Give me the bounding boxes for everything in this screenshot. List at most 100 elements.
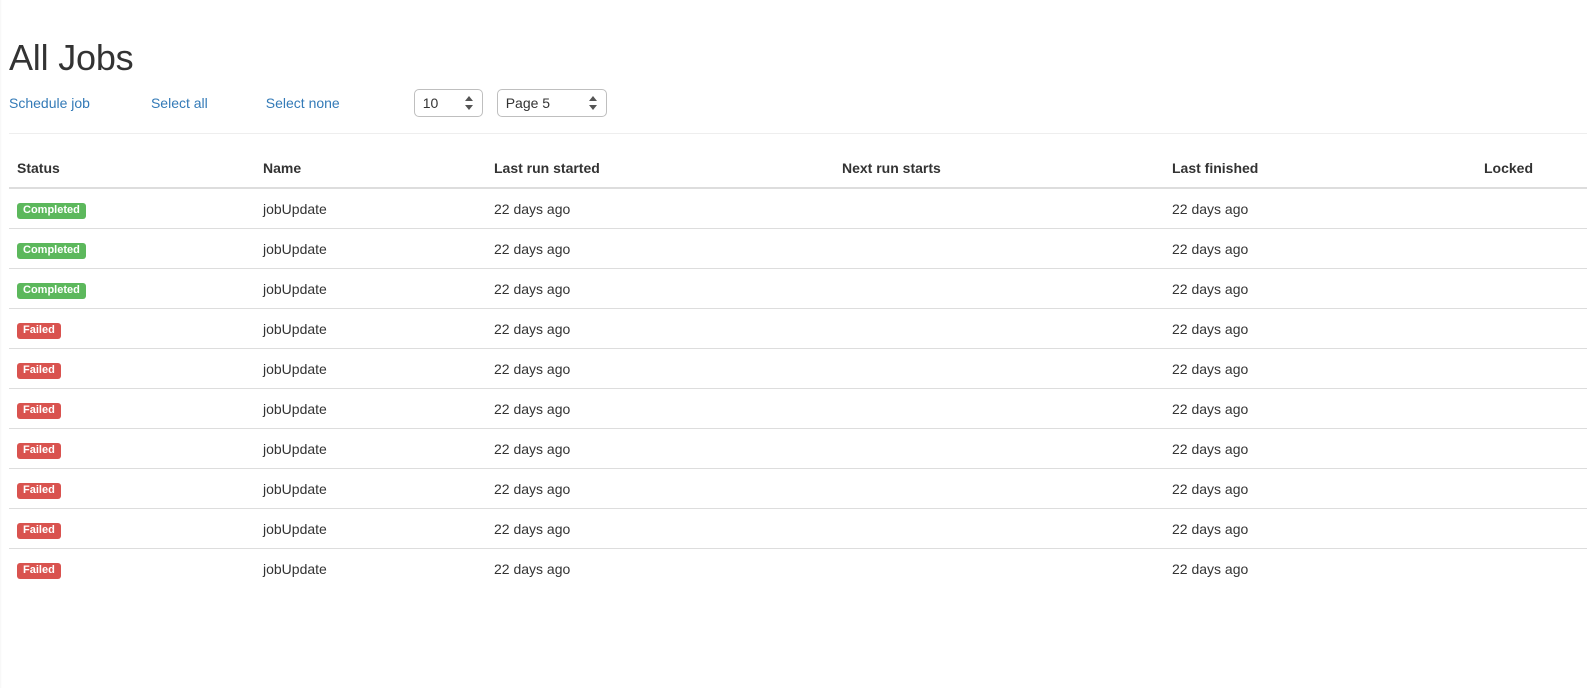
cell-locked <box>1476 548 1587 588</box>
cell-last-run-started: 22 days ago <box>486 428 834 469</box>
status-badge: Failed <box>17 483 61 499</box>
cell-last-finished: 22 days ago <box>1164 228 1476 269</box>
cell-last-finished: 22 days ago <box>1164 468 1476 509</box>
cell-next-run-starts <box>834 508 1164 549</box>
page-number-select-wrap: Page 1Page 2Page 3Page 4Page 5 <box>496 89 607 117</box>
cell-next-run-starts <box>834 388 1164 429</box>
all-jobs-page: All Jobs Schedule job Select all Select … <box>0 0 1587 688</box>
cell-next-run-starts <box>834 188 1164 229</box>
cell-last-finished: 22 days ago <box>1164 348 1476 389</box>
cell-locked <box>1476 228 1587 269</box>
cell-name: jobUpdate <box>255 268 486 309</box>
cell-next-run-starts <box>834 348 1164 389</box>
table-row[interactable]: Failed jobUpdate 22 days ago 22 days ago <box>9 548 1587 588</box>
jobs-table: Status Name Last run started Next run st… <box>9 150 1587 588</box>
status-badge: Failed <box>17 403 61 419</box>
status-badge: Failed <box>17 443 61 459</box>
cell-last-run-started: 22 days ago <box>486 548 834 588</box>
cell-last-run-started: 22 days ago <box>486 388 834 429</box>
cell-locked <box>1476 348 1587 389</box>
cell-status: Completed <box>9 268 255 309</box>
cell-locked <box>1476 508 1587 549</box>
cell-last-run-started: 22 days ago <box>486 508 834 549</box>
toolbar-divider <box>9 133 1587 134</box>
table-row[interactable]: Completed jobUpdate 22 days ago 22 days ago <box>9 268 1587 309</box>
cell-locked <box>1476 428 1587 469</box>
cell-last-run-started: 22 days ago <box>486 228 834 269</box>
table-row[interactable]: Completed jobUpdate 22 days ago 22 days ago <box>9 188 1587 229</box>
cell-next-run-starts <box>834 548 1164 588</box>
cell-name: jobUpdate <box>263 200 327 217</box>
cell-status: Failed <box>9 388 255 429</box>
cell-locked <box>1476 308 1587 349</box>
table-header-row: Status Name Last run started Next run st… <box>9 150 1587 189</box>
cell-last-run-started: 22 days ago <box>486 268 834 309</box>
schedule-job-link[interactable]: Schedule job <box>9 93 90 113</box>
cell-name: jobUpdate <box>255 508 486 549</box>
select-none-link[interactable]: Select none <box>266 93 340 113</box>
table-row[interactable]: Failed jobUpdate 22 days ago 22 days ago <box>9 348 1587 389</box>
status-badge: Completed <box>17 203 86 219</box>
cell-next-run-starts <box>834 308 1164 349</box>
cell-status: Failed <box>9 468 255 509</box>
cell-locked <box>1476 268 1587 309</box>
cell-name: jobUpdate <box>255 308 486 349</box>
table-row[interactable]: Failed jobUpdate 22 days ago 22 days ago <box>9 508 1587 549</box>
jobs-table-head: Status Name Last run started Next run st… <box>9 150 1587 189</box>
cell-last-run-started: 22 days ago <box>486 308 834 349</box>
cell-status: Failed <box>9 428 255 469</box>
cell-locked <box>1476 388 1587 429</box>
table-row[interactable]: Failed jobUpdate 22 days ago 22 days ago <box>9 428 1587 469</box>
cell-next-run-starts <box>834 428 1164 469</box>
column-header-name: Name <box>255 150 486 189</box>
page-size-select-wrap: 102550100 <box>413 89 483 117</box>
status-badge: Failed <box>17 523 61 539</box>
cell-next-run-starts <box>834 268 1164 309</box>
column-header-last-run-started: Last run started <box>486 150 834 189</box>
cell-status: Failed <box>9 508 255 549</box>
cell-last-finished: 22 days ago <box>1172 200 1249 217</box>
cell-last-finished: 22 days ago <box>1164 388 1476 429</box>
cell-name: jobUpdate <box>255 388 486 429</box>
cell-last-run-started: 22 days ago <box>486 468 834 509</box>
column-header-locked: Locked <box>1476 150 1587 189</box>
status-badge: Completed <box>17 243 86 259</box>
cell-last-run-started: 22 days ago <box>486 348 834 389</box>
cell-last-run-started: 22 days ago <box>494 200 571 217</box>
cell-status: Failed <box>9 348 255 389</box>
cell-status: Failed <box>9 308 255 349</box>
table-row[interactable]: Failed jobUpdate 22 days ago 22 days ago <box>9 388 1587 429</box>
select-all-link[interactable]: Select all <box>151 93 208 113</box>
table-row[interactable]: Completed jobUpdate 22 days ago 22 days ago <box>9 228 1587 269</box>
cell-status: Completed <box>9 188 255 229</box>
cell-name: jobUpdate <box>255 348 486 389</box>
status-badge: Failed <box>17 563 61 579</box>
page-size-select[interactable]: 102550100 <box>413 89 483 117</box>
cell-next-run-starts <box>834 228 1164 269</box>
cell-next-run-starts <box>834 468 1164 509</box>
jobs-table-body: Completed jobUpdate 22 days ago 22 days ago… <box>9 188 1587 588</box>
cell-last-finished: 22 days ago <box>1164 308 1476 349</box>
cell-locked <box>1476 188 1587 229</box>
status-badge: Completed <box>17 283 86 299</box>
cell-status: Completed <box>9 228 255 269</box>
cell-name: jobUpdate <box>255 428 486 469</box>
column-header-next-run-starts: Next run starts <box>834 150 1164 189</box>
cell-name: jobUpdate <box>255 548 486 588</box>
column-header-last-finished: Last finished <box>1164 150 1476 189</box>
page-number-select[interactable]: Page 1Page 2Page 3Page 4Page 5 <box>496 89 607 117</box>
cell-last-finished: 22 days ago <box>1164 268 1476 309</box>
cell-last-finished: 22 days ago <box>1164 428 1476 469</box>
table-row[interactable]: Failed jobUpdate 22 days ago 22 days ago <box>9 468 1587 509</box>
page-title: All Jobs <box>9 37 134 78</box>
cell-locked <box>1476 468 1587 509</box>
status-badge: Failed <box>17 323 61 339</box>
status-badge: Failed <box>17 363 61 379</box>
column-header-status: Status <box>9 150 255 189</box>
cell-last-finished: 22 days ago <box>1164 548 1476 588</box>
table-row[interactable]: Failed jobUpdate 22 days ago 22 days ago <box>9 308 1587 349</box>
cell-name: jobUpdate <box>255 468 486 509</box>
cell-name: jobUpdate <box>255 228 486 269</box>
cell-status: Failed <box>9 548 255 588</box>
jobs-toolbar: Schedule job Select all Select none 1025… <box>9 86 607 120</box>
